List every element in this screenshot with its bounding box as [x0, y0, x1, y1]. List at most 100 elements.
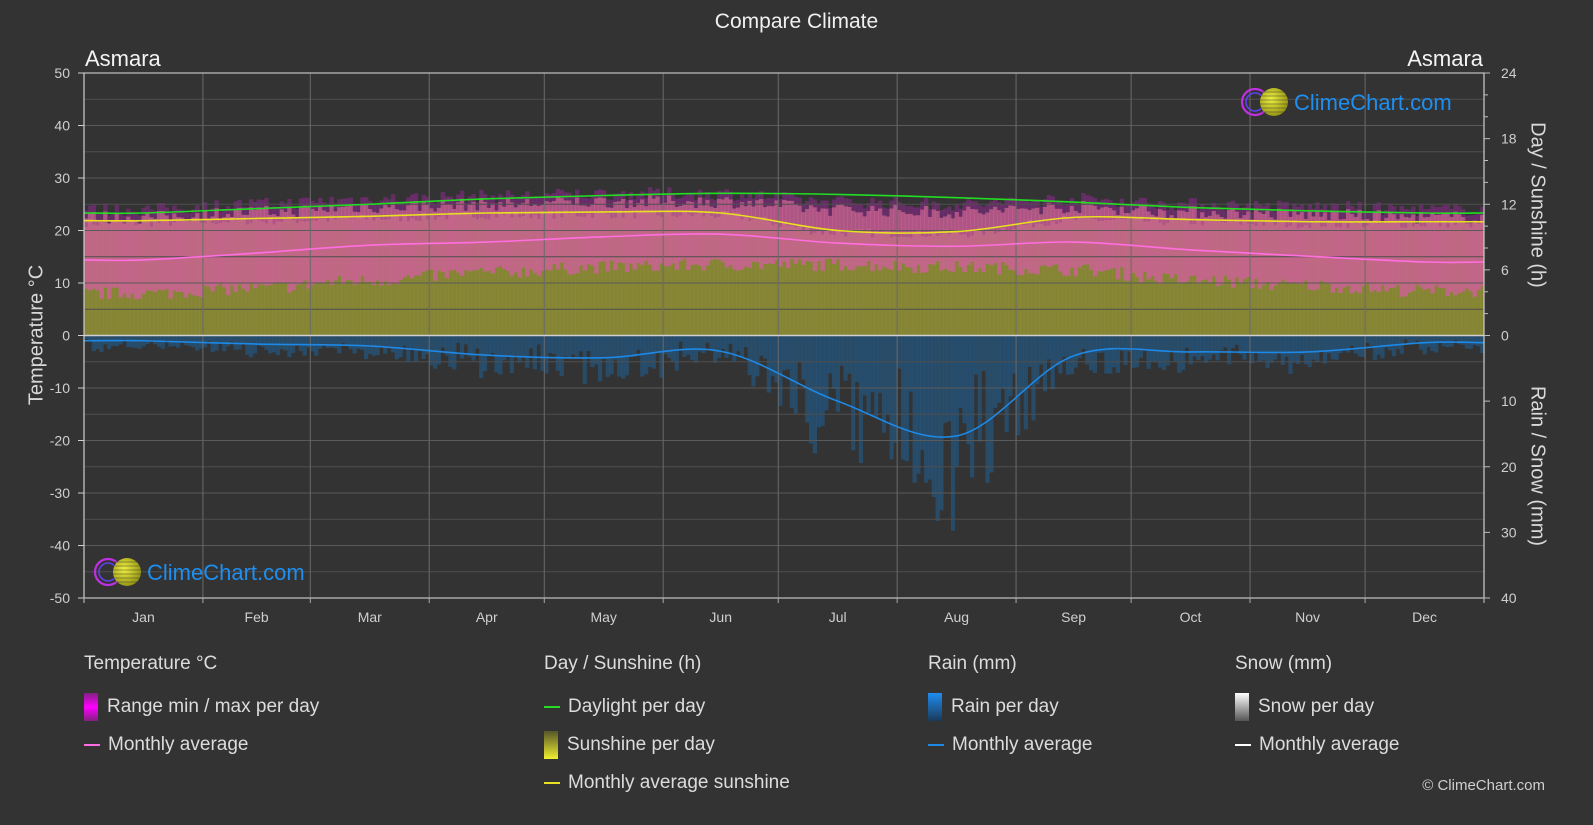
temp-range-day-bar [1062, 213, 1067, 276]
temp-range-day-bar [993, 206, 998, 264]
temp-range-day-bar [1119, 206, 1125, 268]
temp-range-top-bar [1115, 207, 1121, 215]
temp-range-day-bar [789, 200, 795, 260]
temp-range-day-bar [141, 215, 146, 294]
temp-range-top-bar [831, 199, 837, 208]
temp-range-top-bar [1000, 204, 1006, 213]
rain-day-bar [1460, 335, 1466, 345]
rain-day-bar [352, 335, 357, 354]
rain-day-bar [732, 335, 737, 362]
rain-day-bar [471, 335, 476, 361]
temp-range-day-bar [1349, 213, 1355, 294]
temp-range-top-bar [1453, 203, 1458, 212]
legend-item-sunshine-avg: Monthly average sunshine [544, 764, 790, 802]
temp-range-day-bar [1154, 216, 1159, 281]
temp-range-top-bar [594, 190, 599, 199]
temp-range-day-bar [532, 204, 538, 273]
temp-range-day-bar [674, 206, 680, 270]
left-axis-title: Temperature °C [25, 264, 48, 406]
temp-range-day-bar [525, 199, 530, 277]
legend-label: Sunshine per day [567, 734, 715, 755]
temp-range-top-bar [743, 198, 749, 207]
legend-label: Monthly average [952, 734, 1093, 755]
temp-range-top-bar [816, 203, 822, 212]
legend-label: Range min / max per day [107, 696, 320, 717]
temp-range-top-bar [690, 194, 695, 202]
temp-range-top-bar [287, 198, 292, 207]
temp-range-day-bar [1054, 208, 1059, 265]
temp-range-top-bar [502, 198, 507, 207]
rain-day-bar [736, 335, 741, 352]
rain-day-bar [494, 335, 499, 373]
temp-range-top-bar [605, 199, 611, 208]
temp-range-day-bar [755, 200, 760, 263]
rain-day-bar [858, 335, 864, 464]
temp-range-day-bar [766, 205, 772, 264]
temp-range-day-bar [114, 212, 120, 288]
temp-range-day-bar [1200, 212, 1205, 281]
right-bottom-tick-label: 30 [1501, 524, 1517, 540]
temp-range-top-bar [195, 205, 200, 214]
rain-day-bar [966, 335, 971, 445]
rain-day-bar [574, 335, 580, 358]
temp-range-top-bar [141, 207, 146, 216]
temp-range-top-bar [1234, 203, 1240, 212]
rain-day-bar [91, 335, 96, 352]
temp-range-day-bar [1173, 217, 1178, 275]
temp-range-top-bar [1169, 207, 1174, 216]
rain-day-bar [1019, 335, 1025, 393]
temp-range-top-bar [1165, 210, 1171, 218]
temp-range-top-bar [1219, 209, 1224, 217]
temp-range-top-bar [122, 215, 127, 224]
rain-day-bar [1261, 335, 1266, 361]
temp-range-day-bar [1035, 207, 1040, 275]
temp-range-day-bar [1299, 212, 1305, 285]
temp-range-day-bar [831, 207, 837, 264]
rain-swatch-icon [928, 693, 942, 721]
rain-day-bar [1407, 335, 1412, 345]
rain-day-bar [475, 335, 480, 349]
rain-day-bar [1292, 335, 1297, 363]
temp-range-day-bar [1273, 219, 1278, 286]
rain-day-bar [490, 335, 495, 354]
rain-day-bar [383, 335, 388, 354]
temp-range-top-bar [586, 198, 591, 207]
rain-day-bar [947, 335, 952, 422]
temp-range-day-bar [1019, 208, 1025, 276]
rain-day-bar [1092, 335, 1098, 374]
line-swatch-icon [1235, 744, 1251, 746]
temp-range-top-bar [275, 208, 281, 217]
rain-day-bar [1065, 335, 1071, 375]
temp-range-day-bar [778, 206, 783, 267]
temp-range-day-bar [1460, 217, 1466, 292]
rain-day-bar [1330, 335, 1335, 360]
temp-range-top-bar [1273, 211, 1278, 220]
temp-range-top-bar [1384, 209, 1389, 218]
rain-day-bar [1081, 335, 1086, 350]
rain-day-bar [962, 335, 967, 424]
temp-range-day-bar [1027, 210, 1032, 274]
temp-range-day-bar [950, 218, 956, 272]
temp-range-top-bar [847, 199, 852, 207]
rain-day-bar [525, 335, 530, 368]
temp-range-day-bar [970, 208, 975, 262]
temp-range-day-bar [1288, 216, 1293, 283]
left-tick-label: -30 [50, 485, 70, 501]
rain-day-bar [1472, 335, 1477, 345]
temp-range-day-bar [939, 217, 944, 271]
rain-day-bar [766, 335, 771, 393]
rain-day-bar [532, 335, 538, 370]
temp-range-top-bar [1345, 201, 1351, 210]
temp-range-top-bar [1204, 209, 1209, 218]
legend-snow: Snow (mm) Snow per day Monthly average [1235, 653, 1399, 764]
temp-range-day-bar [805, 208, 810, 262]
temp-range-day-bar [218, 219, 223, 284]
rain-day-bar [1115, 335, 1121, 373]
rain-day-bar [333, 335, 338, 349]
temp-range-top-bar [1372, 204, 1378, 212]
rain-day-bar [1123, 335, 1128, 365]
rain-day-bar [1434, 335, 1439, 353]
temp-range-day-bar [467, 204, 472, 272]
rain-day-bar [690, 335, 695, 360]
temp-range-top-bar [375, 204, 380, 213]
